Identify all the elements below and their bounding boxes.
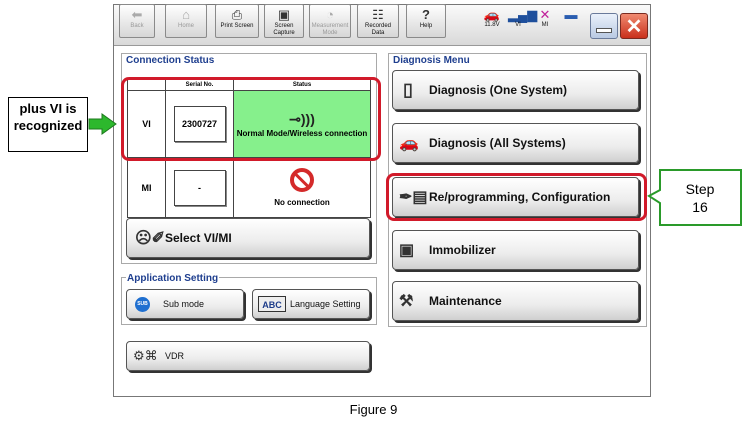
close-icon: ✕ bbox=[625, 16, 643, 38]
help-icon: ? bbox=[422, 7, 430, 22]
application-setting-title: Application Setting bbox=[126, 273, 220, 284]
recorded-data-button[interactable]: ☷ Recorded Data bbox=[357, 4, 399, 38]
mi-status: ✕ MI bbox=[535, 7, 555, 29]
connection-status-title: Connection Status bbox=[126, 55, 215, 66]
help-button[interactable]: ? Help bbox=[406, 4, 446, 38]
battery-voltage-status: 🚗 11.8V bbox=[478, 7, 506, 29]
battery-status: ▬ bbox=[560, 8, 582, 22]
meter-icon: ◔ bbox=[326, 7, 334, 22]
reprogramming-highlight-box bbox=[386, 173, 647, 221]
table-row: MI - No connection bbox=[127, 157, 371, 218]
maintenance-button[interactable]: ⚒ Maintenance bbox=[392, 281, 639, 321]
sub-mode-icon: SUB bbox=[135, 297, 150, 312]
no-connection-icon bbox=[290, 168, 314, 192]
sub-mode-button[interactable]: SUB Sub mode bbox=[126, 289, 244, 319]
battery-icon: ▬ bbox=[564, 7, 578, 22]
diagnosis-one-system-button[interactable]: ▯ Diagnosis (One System) bbox=[392, 70, 639, 110]
measurement-mode-button[interactable]: ◔ Measurement Mode bbox=[309, 4, 351, 38]
vdr-icon: ⚙⌘ bbox=[133, 348, 158, 363]
diagnosis-menu-title: Diagnosis Menu bbox=[393, 55, 470, 66]
printer-icon: ⎙ bbox=[231, 7, 243, 22]
home-button[interactable]: ⌂ Home bbox=[165, 4, 207, 38]
mi-status-text: No connection bbox=[274, 198, 330, 207]
signal-icon: ▂▄▆ bbox=[508, 7, 538, 22]
car-icon: 🚗 bbox=[483, 7, 501, 22]
diagnosis-all-systems-button[interactable]: 🚗 Diagnosis (All Systems) bbox=[392, 123, 639, 163]
vdr-button[interactable]: ⚙⌘ VDR bbox=[126, 341, 370, 371]
immobilizer-button[interactable]: ▣ Immobilizer bbox=[392, 230, 639, 270]
step-number: 16 bbox=[692, 199, 708, 215]
print-screen-button[interactable]: ⎙ Print Screen bbox=[215, 4, 259, 38]
maintenance-icon: ⚒ bbox=[399, 293, 414, 310]
step-label: Step bbox=[685, 181, 715, 197]
minimize-button[interactable] bbox=[590, 13, 618, 39]
camera-icon: ▣ bbox=[277, 7, 291, 22]
mi-serial: - bbox=[173, 169, 226, 206]
back-arrow-icon: ⬅ bbox=[131, 7, 143, 22]
car-scan-icon: 🚗 bbox=[399, 135, 419, 152]
mi-status-cell: No connection bbox=[233, 157, 371, 218]
select-vi-mi-button[interactable]: ☹✐ Select VI/MI bbox=[126, 218, 370, 258]
green-arrow-icon bbox=[88, 113, 118, 135]
scan-tool-icon: ▯ bbox=[403, 79, 413, 100]
language-setting-button[interactable]: ABC Language Setting bbox=[252, 289, 370, 319]
back-button[interactable]: ⬅ Back bbox=[119, 4, 155, 38]
figure-caption: Figure 9 bbox=[349, 402, 398, 417]
immobilizer-icon: ▣ bbox=[399, 242, 415, 259]
plus-vi-callout: plus VI is recognized bbox=[8, 97, 88, 152]
home-icon: ⌂ bbox=[182, 7, 190, 22]
language-icon: ABC bbox=[258, 296, 286, 312]
mi-row-label: MI bbox=[127, 157, 166, 218]
vi-mi-select-icon: ☹✐ bbox=[135, 230, 166, 247]
minimize-icon bbox=[596, 28, 612, 33]
mi-disconnected-icon: ✕ bbox=[539, 7, 551, 22]
close-button[interactable]: ✕ bbox=[620, 13, 648, 39]
step-callout: Step 16 bbox=[645, 168, 745, 228]
recorded-data-icon: ☷ bbox=[372, 7, 384, 22]
vi-highlight-box bbox=[121, 77, 381, 161]
vi-status: ▂▄▆ VI bbox=[508, 7, 538, 29]
screen-capture-button[interactable]: ▣ Screen Capture bbox=[264, 4, 304, 38]
